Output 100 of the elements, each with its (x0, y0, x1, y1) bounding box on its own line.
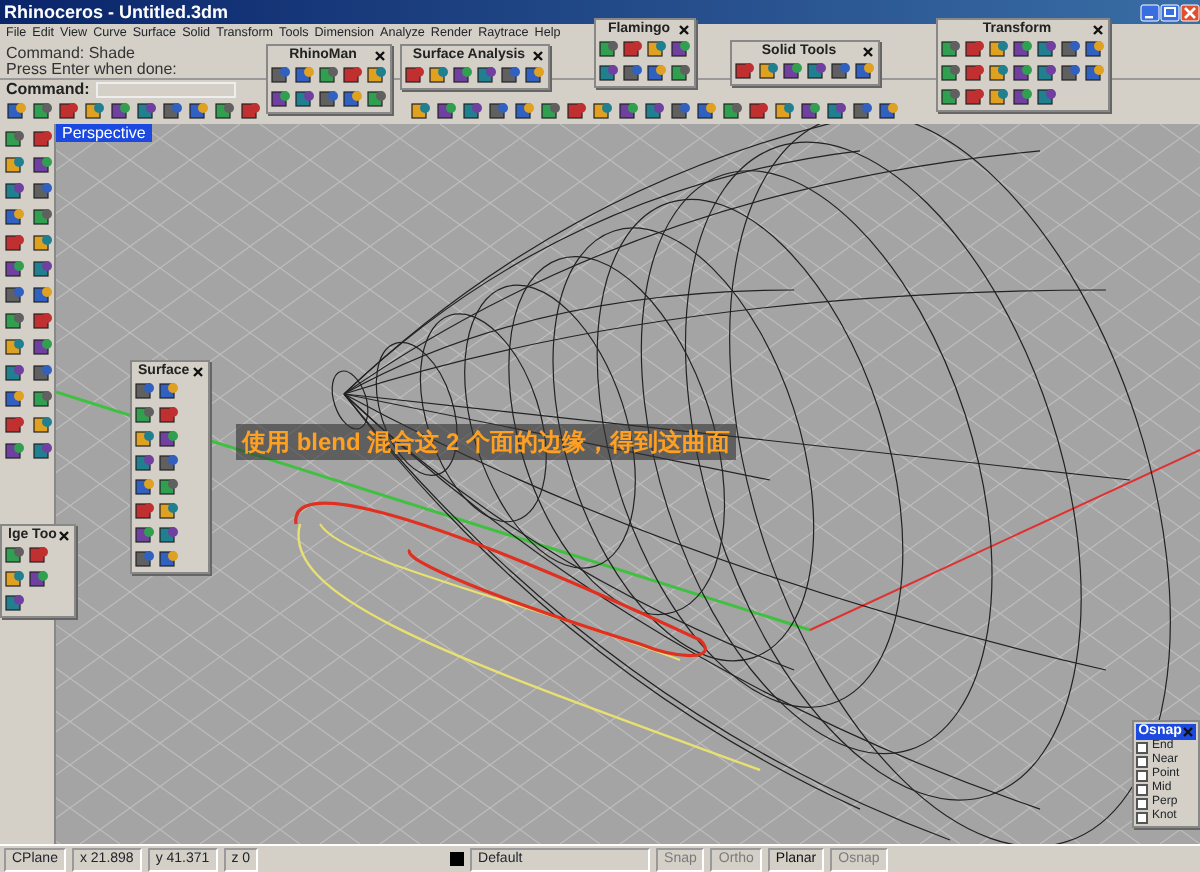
tool-icon[interactable] (4, 544, 26, 566)
checkbox[interactable] (1136, 811, 1148, 823)
tool-icon[interactable] (462, 100, 484, 122)
tool-icon[interactable] (32, 336, 54, 358)
close-icon[interactable] (191, 366, 204, 378)
tool-icon[interactable] (134, 476, 156, 498)
checkbox[interactable] (1136, 755, 1148, 767)
tool-icon[interactable] (158, 428, 180, 450)
tool-icon[interactable] (4, 206, 26, 228)
tool-icon[interactable] (670, 38, 692, 60)
tool-icon[interactable] (134, 404, 156, 426)
checkbox[interactable] (1136, 783, 1148, 795)
tool-icon[interactable] (566, 100, 588, 122)
tool-icon[interactable] (32, 388, 54, 410)
tool-icon[interactable] (404, 64, 426, 86)
tool-icon[interactable] (854, 60, 876, 82)
tool-icon[interactable] (1012, 38, 1034, 60)
tool-icon[interactable] (1084, 62, 1106, 84)
tool-icon[interactable] (1012, 62, 1034, 84)
tool-icon[interactable] (646, 38, 668, 60)
tool-icon[interactable] (734, 60, 756, 82)
tool-icon[interactable] (4, 180, 26, 202)
close-icon[interactable] (862, 46, 874, 58)
tool-icon[interactable] (722, 100, 744, 122)
tool-icon[interactable] (214, 100, 236, 122)
tool-icon[interactable] (4, 440, 26, 462)
tool-icon[interactable] (4, 592, 26, 614)
close-icon[interactable] (374, 50, 386, 62)
tool-icon[interactable] (800, 100, 822, 122)
tool-icon[interactable] (4, 414, 26, 436)
tool-icon[interactable] (1060, 62, 1082, 84)
tool-icon[interactable] (964, 38, 986, 60)
checkbox[interactable] (1136, 769, 1148, 781)
tool-icon[interactable] (598, 62, 620, 84)
tool-icon[interactable] (452, 64, 474, 86)
tool-icon[interactable] (32, 362, 54, 384)
tool-icon[interactable] (342, 64, 364, 86)
tool-icon[interactable] (852, 100, 874, 122)
tool-icon[interactable] (428, 64, 450, 86)
tool-icon[interactable] (1036, 38, 1058, 60)
tool-icon[interactable] (4, 284, 26, 306)
tool-icon[interactable] (270, 64, 292, 86)
tool-icon[interactable] (618, 100, 640, 122)
tool-icon[interactable] (940, 62, 962, 84)
checkbox[interactable] (1136, 797, 1148, 809)
tool-icon[interactable] (4, 362, 26, 384)
tool-icon[interactable] (158, 524, 180, 546)
tool-icon[interactable] (32, 284, 54, 306)
tool-icon[interactable] (32, 414, 54, 436)
close-icon[interactable] (58, 530, 71, 542)
tool-icon[interactable] (964, 62, 986, 84)
tool-icon[interactable] (1012, 86, 1034, 108)
tool-icon[interactable] (158, 452, 180, 474)
tool-icon[interactable] (622, 38, 644, 60)
tool-icon[interactable] (1060, 38, 1082, 60)
tool-icon[interactable] (134, 452, 156, 474)
tool-icon[interactable] (4, 154, 26, 176)
tool-icon[interactable] (158, 548, 180, 570)
tool-icon[interactable] (748, 100, 770, 122)
tool-icon[interactable] (830, 60, 852, 82)
tool-icon[interactable] (964, 86, 986, 108)
tool-icon[interactable] (318, 88, 340, 110)
tool-icon[interactable] (136, 100, 158, 122)
tool-icon[interactable] (158, 500, 180, 522)
tool-icon[interactable] (988, 86, 1010, 108)
tool-icon[interactable] (670, 62, 692, 84)
tool-icon[interactable] (988, 62, 1010, 84)
viewport-tab[interactable]: Perspective (56, 124, 152, 142)
tool-icon[interactable] (134, 548, 156, 570)
tool-icon[interactable] (28, 568, 50, 590)
tool-icon[interactable] (32, 100, 54, 122)
tool-icon[interactable] (774, 100, 796, 122)
tool-icon[interactable] (58, 100, 80, 122)
tool-icon[interactable] (32, 440, 54, 462)
tool-icon[interactable] (476, 64, 498, 86)
tool-icon[interactable] (670, 100, 692, 122)
checkbox[interactable] (1136, 741, 1148, 753)
tool-icon[interactable] (4, 128, 26, 150)
tool-icon[interactable] (696, 100, 718, 122)
tool-icon[interactable] (110, 100, 132, 122)
tool-icon[interactable] (4, 258, 26, 280)
tool-icon[interactable] (28, 544, 50, 566)
tool-icon[interactable] (826, 100, 848, 122)
tool-icon[interactable] (1036, 86, 1058, 108)
tool-icon[interactable] (294, 88, 316, 110)
tool-icon[interactable] (32, 180, 54, 202)
tool-icon[interactable] (4, 310, 26, 332)
tool-icon[interactable] (592, 100, 614, 122)
tool-icon[interactable] (32, 154, 54, 176)
tool-icon[interactable] (524, 64, 546, 86)
tool-icon[interactable] (32, 206, 54, 228)
tool-icon[interactable] (366, 88, 388, 110)
tool-icon[interactable] (134, 428, 156, 450)
tool-icon[interactable] (988, 38, 1010, 60)
tool-icon[interactable] (32, 258, 54, 280)
tool-icon[interactable] (622, 62, 644, 84)
tool-icon[interactable] (342, 88, 364, 110)
tool-icon[interactable] (1084, 38, 1106, 60)
command-input[interactable] (95, 81, 236, 97)
close-icon[interactable] (532, 50, 544, 62)
